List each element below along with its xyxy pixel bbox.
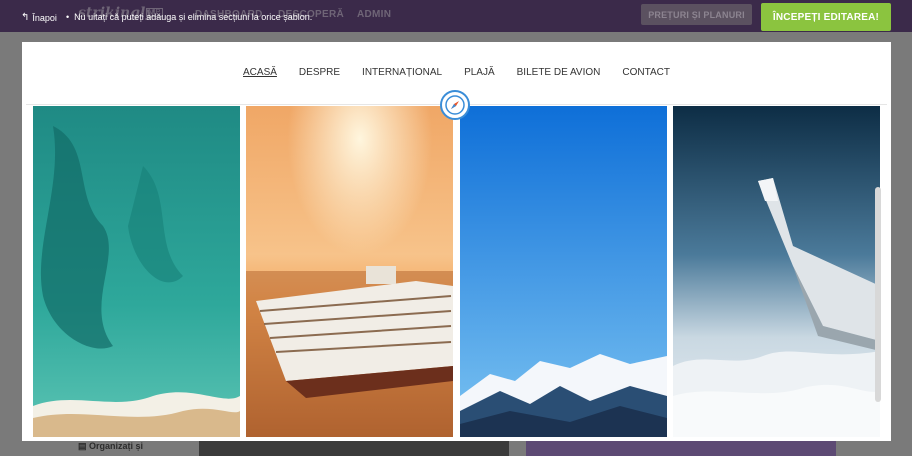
preview-scrollbar[interactable] bbox=[875, 187, 881, 402]
bg-card-dark bbox=[199, 441, 509, 456]
gallery-image-airplane-wing bbox=[673, 106, 880, 437]
bg-card-purple bbox=[526, 441, 836, 456]
start-editing-button[interactable]: ÎNCEPEȚI EDITAREA! bbox=[761, 3, 891, 31]
back-button[interactable]: ↰ Înapoi bbox=[21, 12, 57, 23]
template-hint: • Nu uitați că puteți adăuga și elimina s… bbox=[66, 12, 313, 22]
compass-icon bbox=[440, 90, 470, 120]
site-nav-contact[interactable]: CONTACT bbox=[622, 67, 670, 78]
site-nav-beach[interactable]: PLAJĂ bbox=[464, 67, 495, 78]
gallery-image-beach bbox=[33, 106, 240, 437]
back-label: Înapoi bbox=[32, 12, 57, 23]
site-nav-about[interactable]: DESPRE bbox=[299, 67, 340, 78]
gallery-image-mountains bbox=[460, 106, 667, 437]
site-nav-home[interactable]: ACASĂ bbox=[243, 67, 277, 78]
pricing-plans-button[interactable]: PREȚURI ȘI PLANURI bbox=[641, 4, 752, 25]
gallery-image-cruise-ship bbox=[246, 106, 453, 437]
arrow-return-left-icon: ↰ bbox=[21, 12, 30, 23]
bg-organize-label: ▤ Organizați și bbox=[78, 441, 144, 451]
site-nav-flights[interactable]: BILETE DE AVION bbox=[517, 67, 601, 78]
site-nav-international[interactable]: INTERNAȚIONAL bbox=[362, 67, 442, 78]
site-navigation: ACASĂ DESPRE INTERNAȚIONAL PLAJĂ BILETE … bbox=[22, 67, 891, 78]
bg-nav-admin: ADMIN bbox=[357, 9, 392, 20]
template-preview: ACASĂ DESPRE INTERNAȚIONAL PLAJĂ BILETE … bbox=[22, 42, 891, 441]
